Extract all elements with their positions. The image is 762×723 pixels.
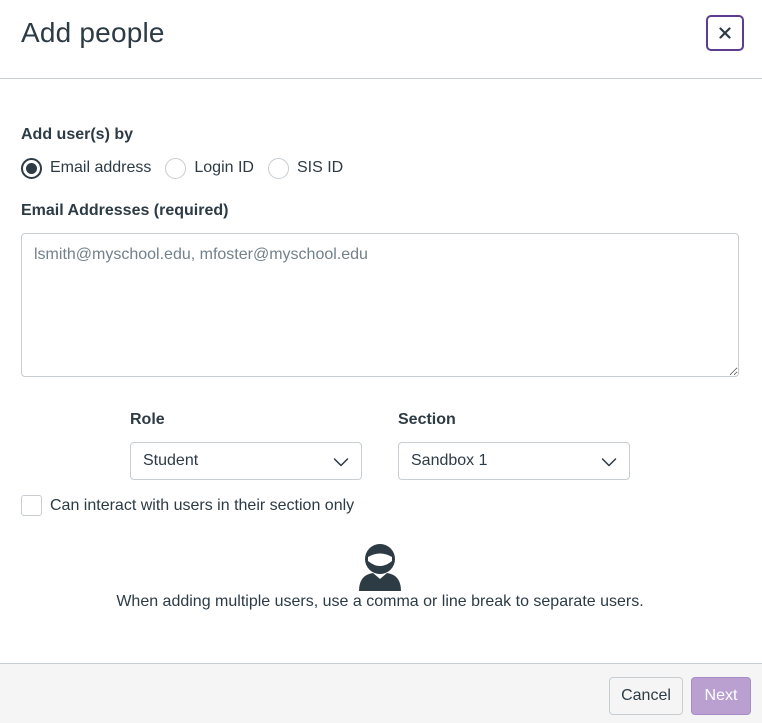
radio-label-email: Email address	[50, 159, 152, 176]
add-by-label: Add user(s) by	[21, 126, 134, 143]
add-by-radio-group: Email address Login ID SIS ID	[21, 156, 357, 180]
radio-label-login-id: Login ID	[194, 159, 254, 176]
section-limit-checkbox[interactable]	[21, 495, 42, 516]
section-limit-label: Can interact with users in their section…	[50, 496, 355, 514]
radio-login-id[interactable]: Login ID	[165, 157, 254, 179]
chevron-down-icon	[333, 458, 349, 467]
radio-email-address[interactable]: Email address	[21, 157, 152, 179]
radio-button-checked[interactable]	[21, 157, 42, 179]
role-label: Role	[130, 411, 165, 428]
radio-button[interactable]	[165, 157, 187, 179]
modal-footer: Cancel Next	[0, 663, 762, 723]
section-select[interactable]: Sandbox 1	[398, 442, 630, 480]
email-addresses-label: Email Addresses (required)	[21, 202, 229, 219]
chevron-down-icon	[601, 458, 617, 467]
cancel-button[interactable]: Cancel	[609, 677, 683, 715]
modal-header: Add people	[0, 0, 762, 79]
section-label: Section	[398, 411, 456, 428]
next-button[interactable]: Next	[691, 677, 751, 715]
radio-button[interactable]	[267, 157, 289, 179]
role-select-value: Student	[143, 452, 199, 469]
radio-sis-id[interactable]: SIS ID	[267, 157, 344, 179]
email-addresses-input[interactable]	[21, 233, 739, 377]
role-select[interactable]: Student	[130, 442, 362, 480]
multiple-users-hint: When adding multiple users, use a comma …	[116, 593, 644, 610]
user-icon	[359, 544, 401, 591]
radio-label-sis-id: SIS ID	[296, 159, 344, 176]
section-select-value: Sandbox 1	[411, 452, 488, 469]
close-button[interactable]	[706, 15, 744, 51]
section-limit-checkbox-row[interactable]: Can interact with users in their section…	[21, 495, 354, 516]
modal-title: Add people	[21, 17, 165, 48]
close-icon	[719, 27, 731, 39]
